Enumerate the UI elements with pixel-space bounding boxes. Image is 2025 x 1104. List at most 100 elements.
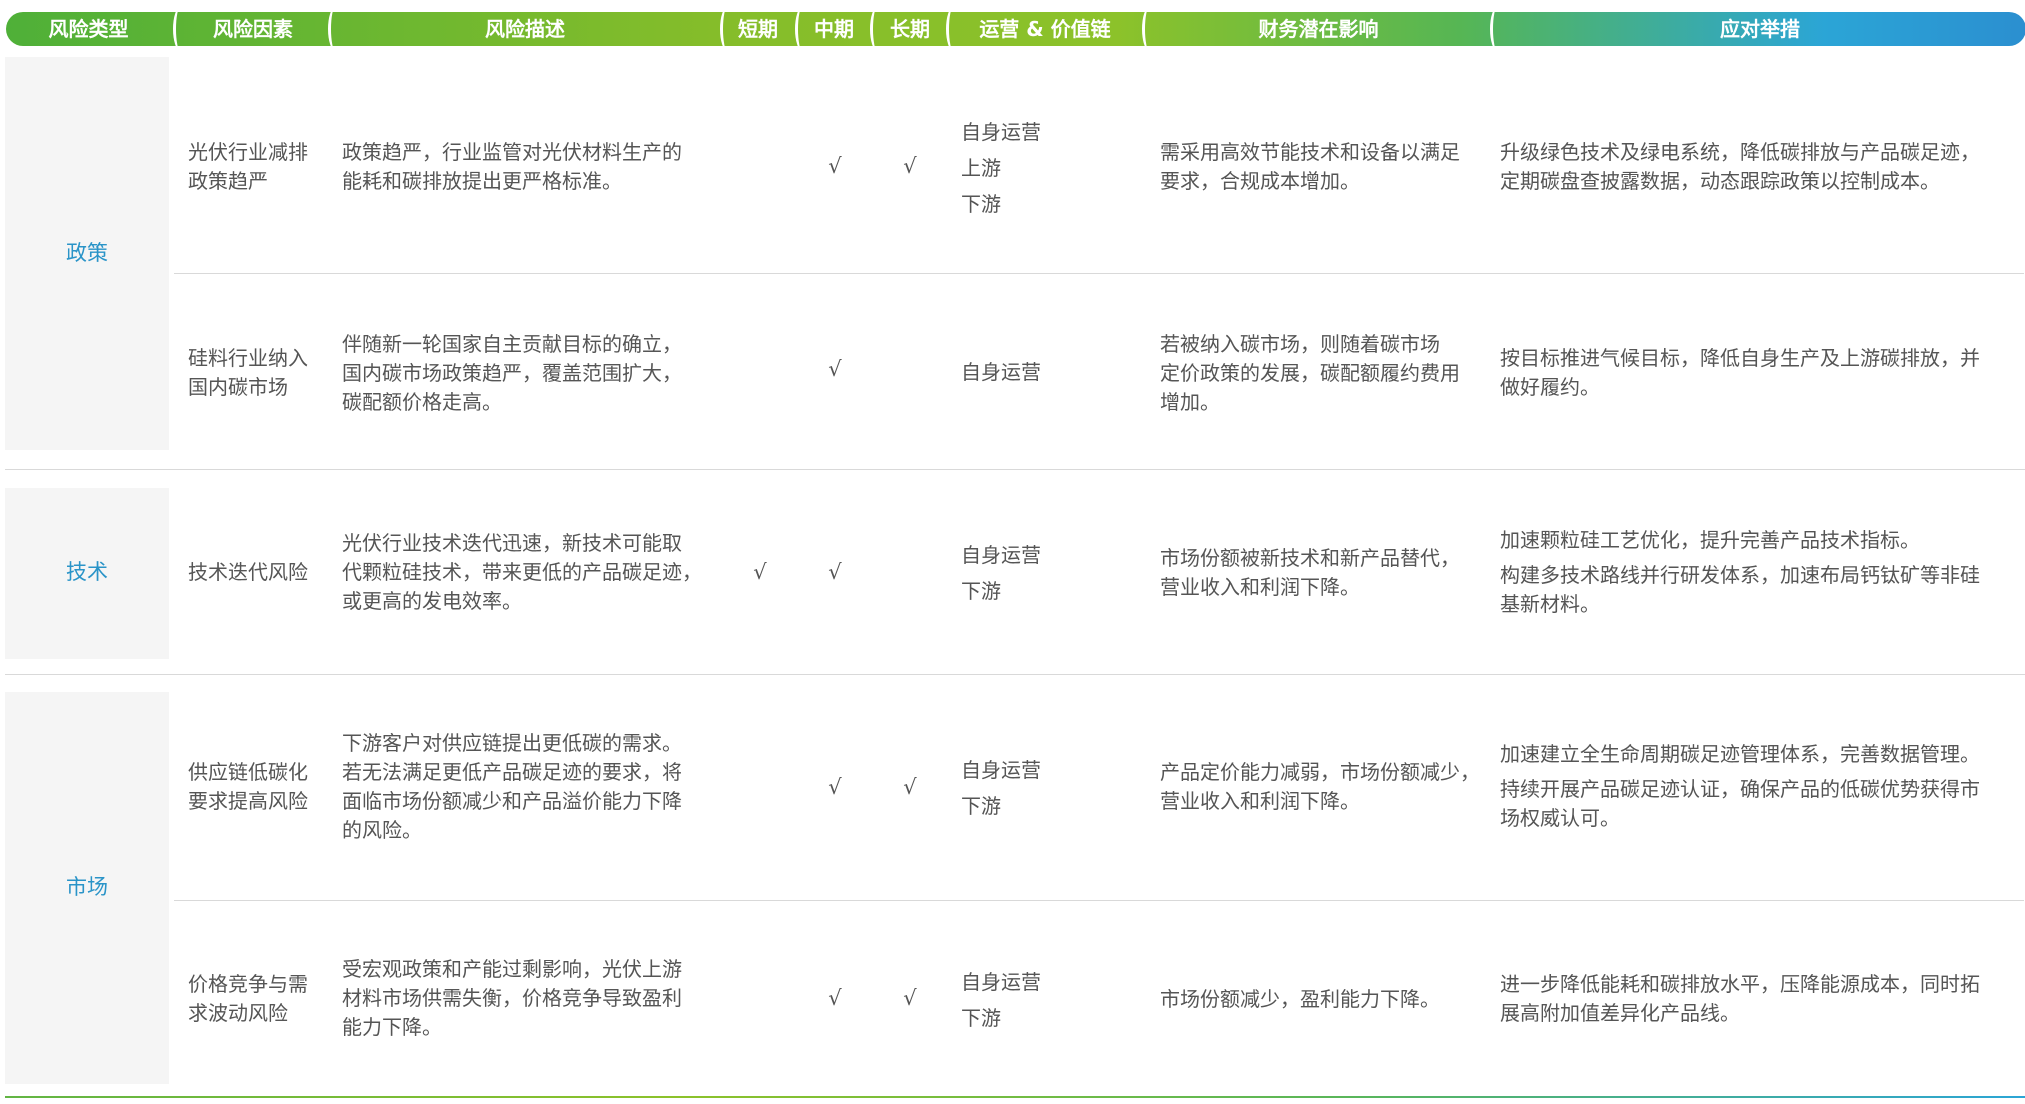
mid-term-check: √ — [828, 775, 842, 799]
risk-description-line: 伴随新一轮国家自主贡献目标的确立， — [342, 332, 682, 356]
response-line: 展高附加值差异化产品线。 — [1500, 1001, 1740, 1025]
value-chain-item: 下游 — [961, 579, 1001, 603]
value-chain-item: 自身运营 — [961, 970, 1041, 994]
risk-factor-line: 光伏行业减排 — [188, 140, 308, 164]
response-line: 加速颗粒硅工艺优化，提升完善产品技术指标。 — [1500, 528, 1920, 552]
response-line: 基新材料。 — [1500, 592, 1600, 616]
risk-factor-line: 政策趋严 — [188, 169, 268, 193]
table-header: 风险类型 风险因素 风险描述 短期 中期 长期 运营 & 价值链 财务潜在影响 … — [6, 12, 2025, 46]
risk-factor: 光伏行业减排 政策趋严 — [188, 138, 308, 196]
risk-description-line: 的风险。 — [342, 818, 422, 842]
risk-type-block-technology: 技术 — [5, 488, 169, 659]
financial-impact: 若被纳入碳市场，则随着碳市场 定价政策的发展，碳配额履约费用 增加。 — [1160, 330, 1460, 417]
risk-factor: 硅料行业纳入 国内碳市场 — [188, 344, 308, 402]
value-chain: 自身运营 下游 — [961, 537, 1041, 609]
response-measures: 升级绿色技术及绿电系统，降低碳排放与产品碳足迹， 定期碳盘查披露数据，动态跟踪政… — [1500, 138, 1980, 196]
risk-factor-line: 价格竞争与需 — [188, 972, 308, 996]
risk-description-line: 能耗和碳排放提出更严格标准。 — [342, 169, 622, 193]
risk-description: 政策趋严，行业监管对光伏材料生产的 能耗和碳排放提出更严格标准。 — [342, 138, 682, 196]
value-chain: 自身运营 — [961, 354, 1041, 390]
table-bottom-border — [5, 1096, 2025, 1098]
risk-factor-line: 要求提高风险 — [188, 789, 308, 813]
value-chain-item: 下游 — [961, 1006, 1001, 1030]
risk-type-block-market: 市场 — [5, 692, 169, 1084]
group-divider — [5, 469, 2025, 470]
value-chain-item: 自身运营 — [961, 120, 1041, 144]
value-chain-item: 下游 — [961, 794, 1001, 818]
risk-description-line: 若无法满足更低产品碳足迹的要求，将 — [342, 760, 682, 784]
header-risk-type: 风险类型 — [48, 17, 129, 41]
value-chain-item: 上游 — [961, 156, 1001, 180]
risk-type-label: 技术 — [66, 560, 108, 584]
risk-factor-line: 技术迭代风险 — [188, 560, 308, 584]
value-chain-item: 自身运营 — [961, 758, 1041, 782]
risk-factor: 供应链低碳化 要求提高风险 — [188, 758, 308, 816]
response-line: 场权威认可。 — [1500, 806, 1620, 830]
mid-term-check: √ — [828, 560, 842, 584]
financial-impact-line: 市场份额被新技术和新产品替代， — [1160, 546, 1460, 570]
value-chain-item: 自身运营 — [961, 543, 1041, 567]
financial-impact: 产品定价能力减弱，市场份额减少， 营业收入和利润下降。 — [1160, 758, 1480, 816]
financial-impact-line: 营业收入和利润下降。 — [1160, 789, 1360, 813]
risk-description-line: 或更高的发电效率。 — [342, 589, 522, 613]
risk-table-page: 风险类型 风险因素 风险描述 短期 中期 长期 运营 & 价值链 财务潜在影响 … — [0, 0, 2025, 1104]
risk-description-line: 下游客户对供应链提出更低碳的需求。 — [342, 731, 682, 755]
response-line: 做好履约。 — [1500, 375, 1600, 399]
risk-description-line: 材料市场供需失衡，价格竞争导致盈利 — [342, 986, 682, 1010]
financial-impact-line: 市场份额减少，盈利能力下降。 — [1160, 987, 1440, 1011]
response-line: 加速建立全生命周期碳足迹管理体系，完善数据管理。 — [1500, 742, 1980, 766]
response-line: 按目标推进气候目标，降低自身生产及上游碳排放，并 — [1500, 346, 1980, 370]
risk-type-label: 政策 — [66, 241, 108, 265]
response-measures: 按目标推进气候目标，降低自身生产及上游碳排放，并 做好履约。 — [1500, 344, 1980, 402]
value-chain: 自身运营 下游 — [961, 752, 1041, 824]
mid-term-check: √ — [828, 357, 842, 381]
response-line: 升级绿色技术及绿电系统，降低碳排放与产品碳足迹， — [1500, 140, 1980, 164]
value-chain-item: 自身运营 — [961, 360, 1041, 384]
risk-description-line: 受宏观政策和产能过剩影响，光伏上游 — [342, 957, 682, 981]
financial-impact-line: 若被纳入碳市场，则随着碳市场 — [1160, 332, 1440, 356]
header-financial-impact: 财务潜在影响 — [1258, 17, 1379, 41]
risk-description-line: 光伏行业技术迭代迅速，新技术可能取 — [342, 531, 682, 555]
financial-impact-line: 营业收入和利润下降。 — [1160, 575, 1360, 599]
long-term-check: √ — [903, 775, 917, 799]
short-term-check: √ — [753, 560, 767, 584]
response-line: 进一步降低能耗和碳排放水平，压降能源成本，同时拓 — [1500, 972, 1980, 996]
risk-description: 下游客户对供应链提出更低碳的需求。 若无法满足更低产品碳足迹的要求，将 面临市场… — [342, 729, 682, 845]
mid-term-check: √ — [828, 986, 842, 1010]
risk-description: 光伏行业技术迭代迅速，新技术可能取 代颗粒硅技术，带来更低的产品碳足迹， 或更高… — [342, 529, 702, 616]
long-term-check: √ — [903, 986, 917, 1010]
value-chain: 自身运营 上游 下游 — [961, 114, 1041, 222]
financial-impact: 需采用高效节能技术和设备以满足 要求，合规成本增加。 — [1160, 138, 1460, 196]
financial-impact-line: 需采用高效节能技术和设备以满足 — [1160, 140, 1460, 164]
risk-factor: 价格竞争与需 求波动风险 — [188, 970, 308, 1028]
risk-description: 伴随新一轮国家自主贡献目标的确立， 国内碳市场政策趋严，覆盖范围扩大， 碳配额价… — [342, 330, 682, 417]
value-chain-item: 下游 — [961, 192, 1001, 216]
row-divider — [174, 900, 2024, 901]
risk-type-block-policy: 政策 — [5, 57, 169, 450]
header-response-measures: 应对举措 — [1720, 17, 1800, 41]
risk-description-line: 能力下降。 — [342, 1015, 442, 1039]
response-measures: 进一步降低能耗和碳排放水平，压降能源成本，同时拓 展高附加值差异化产品线。 — [1500, 970, 1980, 1028]
risk-description-line: 碳配额价格走高。 — [342, 390, 502, 414]
financial-impact: 市场份额被新技术和新产品替代， 营业收入和利润下降。 — [1160, 544, 1460, 602]
response-line: 定期碳盘查披露数据，动态跟踪政策以控制成本。 — [1500, 169, 1940, 193]
value-chain: 自身运营 下游 — [961, 964, 1041, 1036]
risk-description-line: 政策趋严，行业监管对光伏材料生产的 — [342, 140, 682, 164]
risk-factor-line: 国内碳市场 — [188, 375, 288, 399]
financial-impact: 市场份额减少，盈利能力下降。 — [1160, 985, 1440, 1014]
header-short-term: 短期 — [738, 17, 778, 41]
financial-impact-line: 增加。 — [1160, 390, 1220, 414]
header-value-chain: 运营 & 价值链 — [979, 17, 1111, 41]
response-line: 构建多技术路线并行研发体系，加速布局钙钛矿等非硅 — [1500, 563, 1980, 587]
risk-description-line: 代颗粒硅技术，带来更低的产品碳足迹， — [342, 560, 702, 584]
risk-factor: 技术迭代风险 — [188, 558, 308, 587]
risk-description-line: 国内碳市场政策趋严，覆盖范围扩大， — [342, 361, 682, 385]
risk-factor-line: 供应链低碳化 — [188, 760, 308, 784]
row-divider — [174, 273, 2024, 274]
header-risk-description: 风险描述 — [485, 17, 565, 41]
financial-impact-line: 要求，合规成本增加。 — [1160, 169, 1360, 193]
risk-description-line: 面临市场份额减少和产品溢价能力下降 — [342, 789, 682, 813]
header-long-term: 长期 — [890, 17, 930, 41]
mid-term-check: √ — [828, 154, 842, 178]
response-line: 持续开展产品碳足迹认证，确保产品的低碳优势获得市 — [1500, 777, 1980, 801]
